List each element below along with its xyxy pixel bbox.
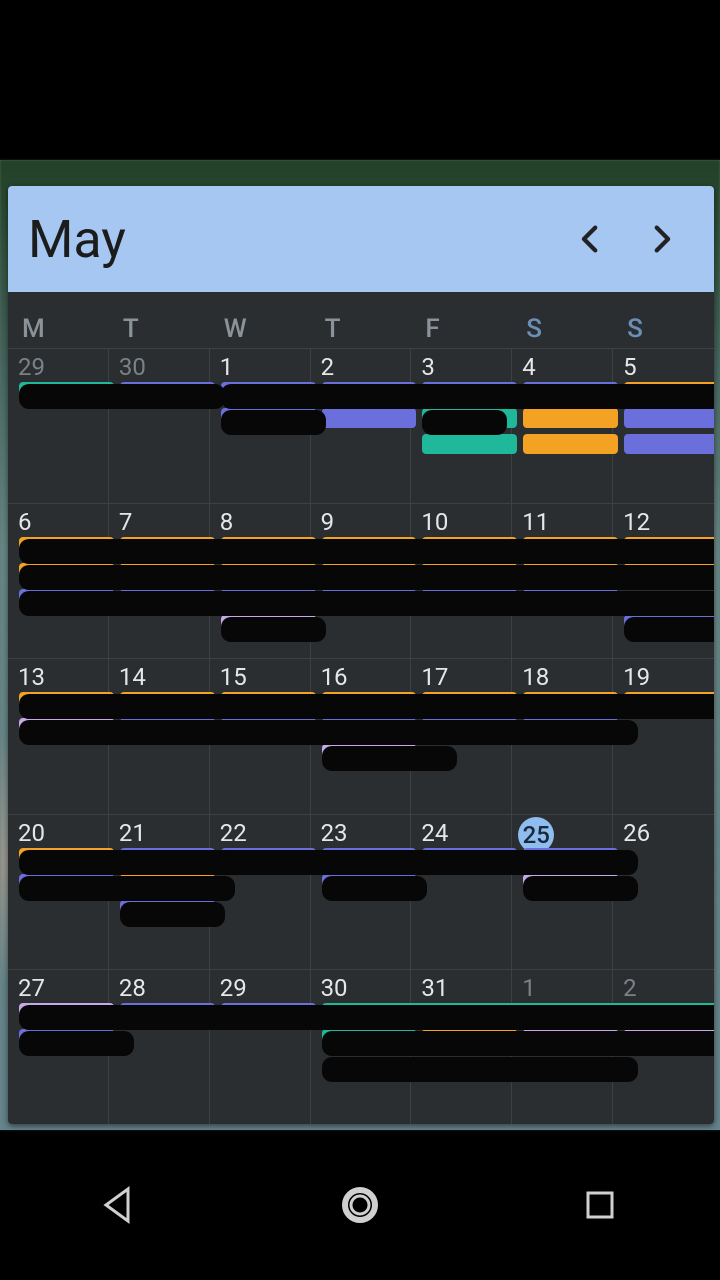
week-row: 27 28 29 30 31 1 2 [8, 969, 714, 1124]
day-number: 19 [623, 663, 650, 691]
day-number: 7 [119, 508, 133, 536]
day-cell[interactable]: 30 [109, 349, 210, 503]
day-cell[interactable]: 28 [109, 970, 210, 1124]
day-cell[interactable]: 27 [8, 970, 109, 1124]
day-number: 10 [421, 508, 448, 536]
recents-button[interactable] [576, 1181, 624, 1229]
day-cell[interactable]: 2 [311, 349, 412, 503]
day-cell[interactable]: 30 [311, 970, 412, 1124]
day-cell[interactable]: 29 [210, 970, 311, 1124]
day-number: 16 [321, 663, 348, 691]
day-cell[interactable]: 24 [411, 815, 512, 969]
day-number: 22 [220, 819, 247, 847]
day-cell[interactable]: 13 [8, 659, 109, 813]
day-number: 2 [623, 974, 637, 1002]
day-number: 29 [220, 974, 247, 1002]
day-cell[interactable]: 17 [411, 659, 512, 813]
dow-label: T [109, 314, 210, 344]
day-cell[interactable]: 11 [512, 504, 613, 658]
dow-label: W [210, 314, 311, 344]
day-number: 14 [119, 663, 146, 691]
day-cell[interactable]: 15 [210, 659, 311, 813]
week-row: 6 7 8 9 10 11 12 [8, 503, 714, 658]
day-number: 20 [18, 819, 45, 847]
day-number: 13 [18, 663, 45, 691]
day-cell[interactable]: 31 [411, 970, 512, 1124]
android-navbar [0, 1130, 720, 1280]
dow-label: M [8, 314, 109, 344]
day-number: 27 [18, 974, 45, 1002]
day-cell[interactable]: 6 [8, 504, 109, 658]
month-grid: 2930123456789101112131415161718192021222… [8, 348, 714, 1124]
day-number: 6 [18, 508, 32, 536]
day-number: 30 [321, 974, 348, 1002]
day-number: 11 [522, 508, 549, 536]
day-number: 1 [522, 974, 536, 1002]
home-button[interactable] [336, 1181, 384, 1229]
day-cell[interactable]: 10 [411, 504, 512, 658]
day-cell[interactable]: 16 [311, 659, 412, 813]
day-number: 1 [220, 353, 234, 381]
day-number: 24 [421, 819, 448, 847]
day-cell[interactable]: 23 [311, 815, 412, 969]
day-cell[interactable]: 18 [512, 659, 613, 813]
chevron-right-icon [644, 222, 678, 256]
dow-label: S [512, 314, 613, 344]
day-number: 4 [522, 353, 536, 381]
day-cell[interactable]: 1 [512, 970, 613, 1124]
day-cell[interactable]: 7 [109, 504, 210, 658]
day-number: 29 [18, 353, 45, 381]
week-row: 29 30 1 2 3 4 5 [8, 348, 714, 503]
day-cell[interactable]: 1 [210, 349, 311, 503]
day-number: 23 [321, 819, 348, 847]
day-cell[interactable]: 9 [311, 504, 412, 658]
day-cell[interactable]: 4 [512, 349, 613, 503]
day-cell[interactable]: 29 [8, 349, 109, 503]
day-cell[interactable]: 3 [411, 349, 512, 503]
day-cell[interactable]: 22 [210, 815, 311, 969]
day-cell[interactable]: 12 [613, 504, 714, 658]
day-cell[interactable]: 26 [613, 815, 714, 969]
home-screen: May M T W T F S S 2930123456789101112131… [0, 160, 720, 1130]
day-cell[interactable]: 2 [613, 970, 714, 1124]
month-label[interactable]: May [28, 209, 556, 270]
day-cell[interactable]: 20 [8, 815, 109, 969]
dow-label: F [411, 314, 512, 344]
day-of-week-row: M T W T F S S [8, 292, 714, 348]
letterbox-top [0, 0, 720, 160]
day-cell[interactable]: 25 [512, 815, 613, 969]
day-number: 9 [321, 508, 335, 536]
prev-month-button[interactable] [556, 204, 626, 274]
day-number: 30 [119, 353, 146, 381]
day-number: 28 [119, 974, 146, 1002]
day-cell[interactable]: 8 [210, 504, 311, 658]
day-number: 3 [421, 353, 435, 381]
day-number: 21 [119, 819, 146, 847]
day-number: 2 [321, 353, 335, 381]
calendar-widget[interactable]: May M T W T F S S 2930123456789101112131… [8, 186, 714, 1124]
day-cell[interactable]: 21 [109, 815, 210, 969]
week-row: 13 14 15 16 17 18 19 [8, 658, 714, 813]
dow-label: T [311, 314, 412, 344]
week-row: 20 21 22 23 24 25 26 [8, 814, 714, 969]
day-number: 17 [421, 663, 448, 691]
day-cell[interactable]: 19 [613, 659, 714, 813]
day-cell[interactable]: 5 [613, 349, 714, 503]
chevron-left-icon [574, 222, 608, 256]
day-number: 8 [220, 508, 234, 536]
day-number: 26 [623, 819, 650, 847]
day-number: 15 [220, 663, 247, 691]
day-cell[interactable]: 14 [109, 659, 210, 813]
day-number: 5 [623, 353, 637, 381]
next-month-button[interactable] [626, 204, 696, 274]
today-marker: 25 [518, 817, 554, 853]
day-number: 18 [522, 663, 549, 691]
day-number: 12 [623, 508, 650, 536]
back-button[interactable] [96, 1181, 144, 1229]
calendar-titlebar: May [8, 186, 714, 292]
day-number: 31 [421, 974, 448, 1002]
dow-label: S [613, 314, 714, 344]
